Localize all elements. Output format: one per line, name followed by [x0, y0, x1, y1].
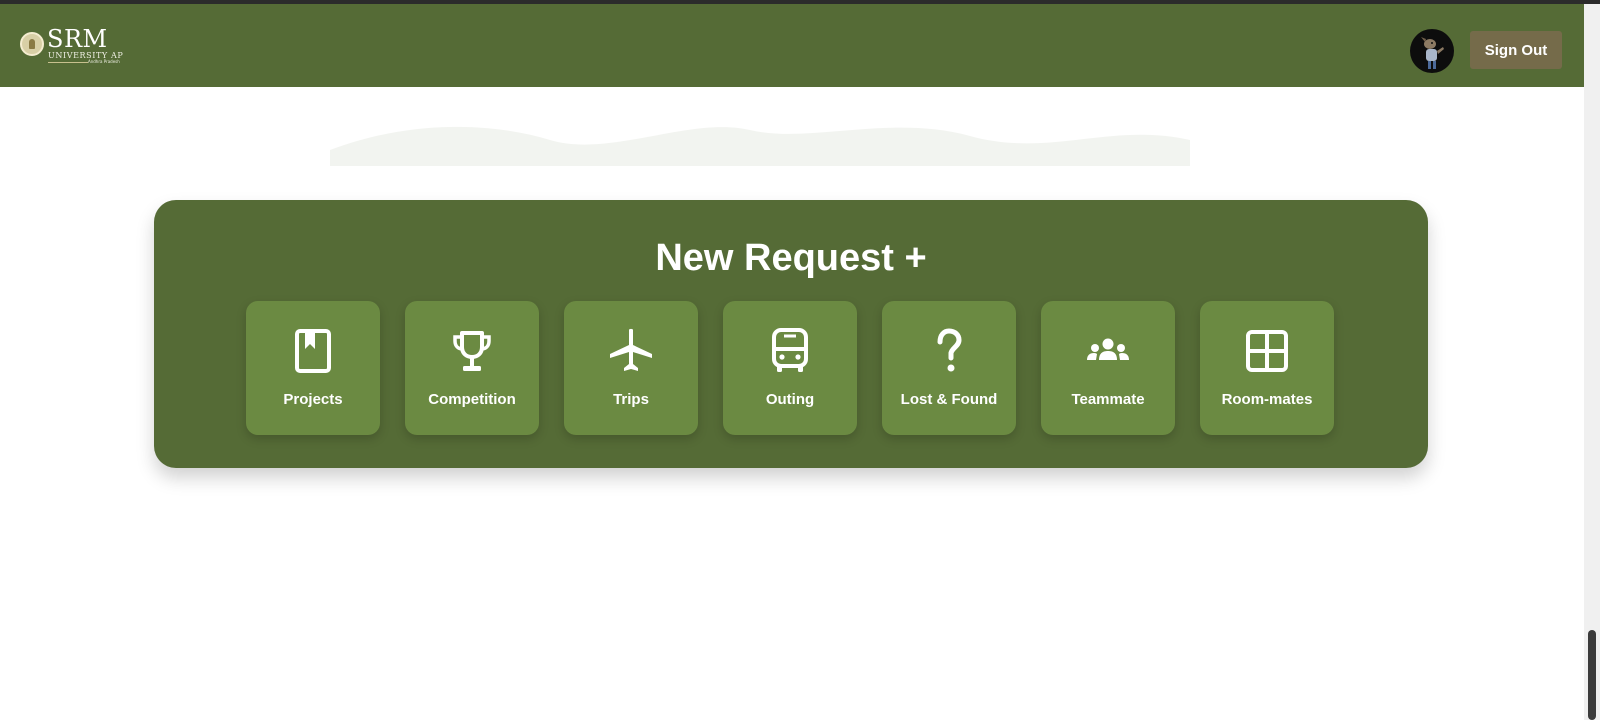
request-tile-competition[interactable]: Competition: [405, 301, 539, 435]
grid-icon: [1246, 330, 1288, 372]
new-request-title[interactable]: New Request +: [154, 236, 1428, 280]
tile-label: Trips: [613, 391, 649, 408]
tile-label: Teammate: [1071, 391, 1145, 408]
sign-out-button[interactable]: Sign Out: [1470, 31, 1562, 69]
tile-label: Lost & Found: [900, 391, 998, 408]
bus-icon: [772, 328, 808, 372]
university-seal-icon: [20, 32, 44, 56]
airplane-icon: [610, 328, 652, 371]
srm-university-logo[interactable]: SRM UNIVERSITY AP Andhra Pradesh: [20, 25, 123, 66]
logo-wordmark: SRM: [47, 25, 108, 53]
tile-label: Outing: [765, 391, 815, 408]
avatar-figure-icon: [1421, 37, 1444, 69]
trophy-icon: [453, 331, 491, 371]
vertical-scrollbar[interactable]: [1584, 4, 1600, 720]
new-request-panel: New Request + Projects Competition Trips: [154, 200, 1428, 468]
group-icon: [1087, 338, 1129, 360]
request-tile-room-mates[interactable]: Room-mates: [1200, 301, 1334, 435]
user-avatar[interactable]: [1410, 29, 1454, 73]
logo-divider: [48, 62, 88, 63]
tile-label: Room-mates: [1221, 391, 1313, 408]
scrollbar-thumb[interactable]: [1588, 630, 1596, 720]
question-icon: [937, 328, 962, 372]
logo-tagline: Andhra Pradesh: [88, 59, 120, 64]
bookmark-book-icon: [295, 329, 331, 373]
request-tile-teammate[interactable]: Teammate: [1041, 301, 1175, 435]
request-tile-trips[interactable]: Trips: [564, 301, 698, 435]
request-tile-lost-found[interactable]: Lost & Found: [882, 301, 1016, 435]
tile-label: Competition: [428, 391, 516, 408]
tile-label: Projects: [283, 391, 343, 408]
request-tile-outing[interactable]: Outing: [723, 301, 857, 435]
faded-background-graphic: [330, 126, 1190, 166]
top-navbar: SRM UNIVERSITY AP Andhra Pradesh Sign Ou…: [0, 4, 1584, 87]
request-tile-projects[interactable]: Projects: [246, 301, 380, 435]
